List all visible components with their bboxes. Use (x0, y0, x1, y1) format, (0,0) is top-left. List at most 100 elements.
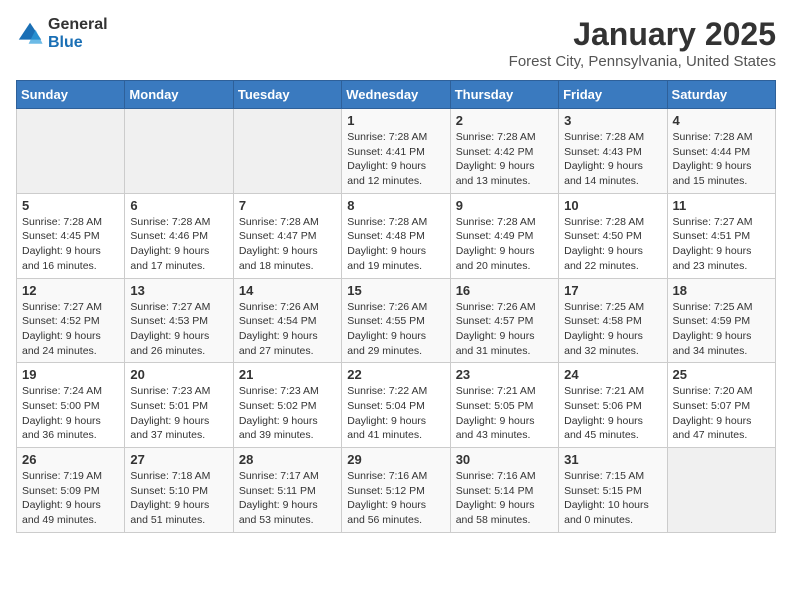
location: Forest City, Pennsylvania, United States (509, 53, 776, 70)
day-number: 7 (239, 198, 336, 213)
calendar-cell: 1Sunrise: 7:28 AM Sunset: 4:41 PM Daylig… (342, 109, 450, 194)
calendar-cell: 18Sunrise: 7:25 AM Sunset: 4:59 PM Dayli… (667, 278, 775, 363)
day-info: Sunrise: 7:25 AM Sunset: 4:58 PM Dayligh… (564, 300, 661, 359)
day-info: Sunrise: 7:28 AM Sunset: 4:44 PM Dayligh… (673, 130, 770, 189)
weekday-header: Sunday (17, 81, 125, 109)
day-info: Sunrise: 7:23 AM Sunset: 5:01 PM Dayligh… (130, 384, 227, 443)
day-number: 4 (673, 113, 770, 128)
calendar-cell: 25Sunrise: 7:20 AM Sunset: 5:07 PM Dayli… (667, 363, 775, 448)
day-number: 23 (456, 367, 553, 382)
calendar-cell: 23 Sunrise: 7:21 AM Sunset: 5:05 PM Dayli… (450, 363, 558, 448)
day-info: Sunrise: 7:21 AM Sunset: 5:05 PM Dayligh… (456, 384, 553, 443)
calendar-cell: 5Sunrise: 7:28 AM Sunset: 4:45 PM Daylig… (17, 193, 125, 278)
day-info: Sunrise: 7:28 AM Sunset: 4:42 PM Dayligh… (456, 130, 553, 189)
title-area: January 2025 Forest City, Pennsylvania, … (509, 16, 776, 70)
calendar-cell: 4 Sunrise: 7:28 AM Sunset: 4:44 PM Daylig… (667, 109, 775, 194)
calendar-table: SundayMondayTuesdayWednesdayThursdayFrid… (16, 80, 776, 533)
calendar-cell: 26 Sunrise: 7:19 AM Sunset: 5:09 PM Dayli… (17, 448, 125, 533)
day-info: Sunrise: 7:21 AM Sunset: 5:06 PM Dayligh… (564, 384, 661, 443)
page-header: General Blue January 2025 Forest City, P… (16, 16, 776, 70)
day-number: 29 (347, 452, 444, 467)
day-info: Sunrise: 7:18 AM Sunset: 5:10 PM Dayligh… (130, 469, 227, 528)
weekday-header: Monday (125, 81, 233, 109)
logo-icon (16, 20, 44, 48)
day-number: 10 (564, 198, 661, 213)
calendar-cell: 3Sunrise: 7:28 AM Sunset: 4:43 PM Daylig… (559, 109, 667, 194)
calendar-cell: 2 Sunrise: 7:28 AM Sunset: 4:42 PM Daylig… (450, 109, 558, 194)
day-info: Sunrise: 7:28 AM Sunset: 4:46 PM Dayligh… (130, 215, 227, 274)
day-number: 30 (456, 452, 553, 467)
day-info: Sunrise: 7:25 AM Sunset: 4:59 PM Dayligh… (673, 300, 770, 359)
day-number: 16 (456, 283, 553, 298)
day-number: 28 (239, 452, 336, 467)
calendar-week-row: 26 Sunrise: 7:19 AM Sunset: 5:09 PM Dayli… (17, 448, 776, 533)
day-number: 13 (130, 283, 227, 298)
day-info: Sunrise: 7:27 AM Sunset: 4:51 PM Dayligh… (673, 215, 770, 274)
day-number: 20 (130, 367, 227, 382)
calendar-cell: 22 Sunrise: 7:22 AM Sunset: 5:04 PM Dayli… (342, 363, 450, 448)
day-number: 21 (239, 367, 336, 382)
calendar-week-row: 19Sunrise: 7:24 AM Sunset: 5:00 PM Dayli… (17, 363, 776, 448)
calendar-cell: 11 Sunrise: 7:27 AM Sunset: 4:51 PM Dayli… (667, 193, 775, 278)
calendar-cell: 28Sunrise: 7:17 AM Sunset: 5:11 PM Dayli… (233, 448, 341, 533)
weekday-header: Tuesday (233, 81, 341, 109)
day-number: 15 (347, 283, 444, 298)
day-info: Sunrise: 7:16 AM Sunset: 5:14 PM Dayligh… (456, 469, 553, 528)
day-info: Sunrise: 7:19 AM Sunset: 5:09 PM Dayligh… (22, 469, 119, 528)
calendar-cell: 27Sunrise: 7:18 AM Sunset: 5:10 PM Dayli… (125, 448, 233, 533)
day-info: Sunrise: 7:23 AM Sunset: 5:02 PM Dayligh… (239, 384, 336, 443)
calendar-week-row: 1Sunrise: 7:28 AM Sunset: 4:41 PM Daylig… (17, 109, 776, 194)
day-info: Sunrise: 7:28 AM Sunset: 4:48 PM Dayligh… (347, 215, 444, 274)
calendar-cell (233, 109, 341, 194)
day-info: Sunrise: 7:28 AM Sunset: 4:50 PM Dayligh… (564, 215, 661, 274)
calendar-cell: 12Sunrise: 7:27 AM Sunset: 4:52 PM Dayli… (17, 278, 125, 363)
calendar-cell: 13 Sunrise: 7:27 AM Sunset: 4:53 PM Dayli… (125, 278, 233, 363)
calendar-week-row: 5Sunrise: 7:28 AM Sunset: 4:45 PM Daylig… (17, 193, 776, 278)
day-info: Sunrise: 7:26 AM Sunset: 4:55 PM Dayligh… (347, 300, 444, 359)
logo: General Blue (16, 16, 108, 51)
weekday-header: Friday (559, 81, 667, 109)
calendar-cell: 31Sunrise: 7:15 AM Sunset: 5:15 PM Dayli… (559, 448, 667, 533)
day-info: Sunrise: 7:22 AM Sunset: 5:04 PM Dayligh… (347, 384, 444, 443)
calendar-cell (667, 448, 775, 533)
day-number: 6 (130, 198, 227, 213)
day-number: 8 (347, 198, 444, 213)
day-info: Sunrise: 7:16 AM Sunset: 5:12 PM Dayligh… (347, 469, 444, 528)
day-number: 24 (564, 367, 661, 382)
calendar-cell: 19Sunrise: 7:24 AM Sunset: 5:00 PM Dayli… (17, 363, 125, 448)
calendar-cell: 6 Sunrise: 7:28 AM Sunset: 4:46 PM Daylig… (125, 193, 233, 278)
day-info: Sunrise: 7:26 AM Sunset: 4:54 PM Dayligh… (239, 300, 336, 359)
calendar-cell: 21 Sunrise: 7:23 AM Sunset: 5:02 PM Dayli… (233, 363, 341, 448)
day-info: Sunrise: 7:28 AM Sunset: 4:47 PM Dayligh… (239, 215, 336, 274)
logo-general: General (48, 16, 108, 34)
calendar-cell: 14 Sunrise: 7:26 AM Sunset: 4:54 PM Dayli… (233, 278, 341, 363)
day-number: 26 (22, 452, 119, 467)
day-number: 2 (456, 113, 553, 128)
calendar-cell: 9Sunrise: 7:28 AM Sunset: 4:49 PM Daylig… (450, 193, 558, 278)
calendar-cell: 7 Sunrise: 7:28 AM Sunset: 4:47 PM Daylig… (233, 193, 341, 278)
day-number: 31 (564, 452, 661, 467)
calendar-cell: 8 Sunrise: 7:28 AM Sunset: 4:48 PM Daylig… (342, 193, 450, 278)
day-number: 19 (22, 367, 119, 382)
calendar-week-row: 12Sunrise: 7:27 AM Sunset: 4:52 PM Dayli… (17, 278, 776, 363)
day-info: Sunrise: 7:20 AM Sunset: 5:07 PM Dayligh… (673, 384, 770, 443)
day-number: 12 (22, 283, 119, 298)
day-info: Sunrise: 7:27 AM Sunset: 4:53 PM Dayligh… (130, 300, 227, 359)
day-number: 11 (673, 198, 770, 213)
weekday-header: Thursday (450, 81, 558, 109)
calendar-cell: 10 Sunrise: 7:28 AM Sunset: 4:50 PM Dayli… (559, 193, 667, 278)
day-info: Sunrise: 7:28 AM Sunset: 4:49 PM Dayligh… (456, 215, 553, 274)
weekday-header-row: SundayMondayTuesdayWednesdayThursdayFrid… (17, 81, 776, 109)
calendar-cell: 29 Sunrise: 7:16 AM Sunset: 5:12 PM Dayli… (342, 448, 450, 533)
day-number: 22 (347, 367, 444, 382)
day-number: 14 (239, 283, 336, 298)
calendar-cell (17, 109, 125, 194)
day-info: Sunrise: 7:28 AM Sunset: 4:45 PM Dayligh… (22, 215, 119, 274)
weekday-header: Saturday (667, 81, 775, 109)
month-title: January 2025 (509, 16, 776, 53)
day-info: Sunrise: 7:28 AM Sunset: 4:41 PM Dayligh… (347, 130, 444, 189)
calendar-cell: 16Sunrise: 7:26 AM Sunset: 4:57 PM Dayli… (450, 278, 558, 363)
day-info: Sunrise: 7:28 AM Sunset: 4:43 PM Dayligh… (564, 130, 661, 189)
day-number: 17 (564, 283, 661, 298)
calendar-cell: 30 Sunrise: 7:16 AM Sunset: 5:14 PM Dayli… (450, 448, 558, 533)
